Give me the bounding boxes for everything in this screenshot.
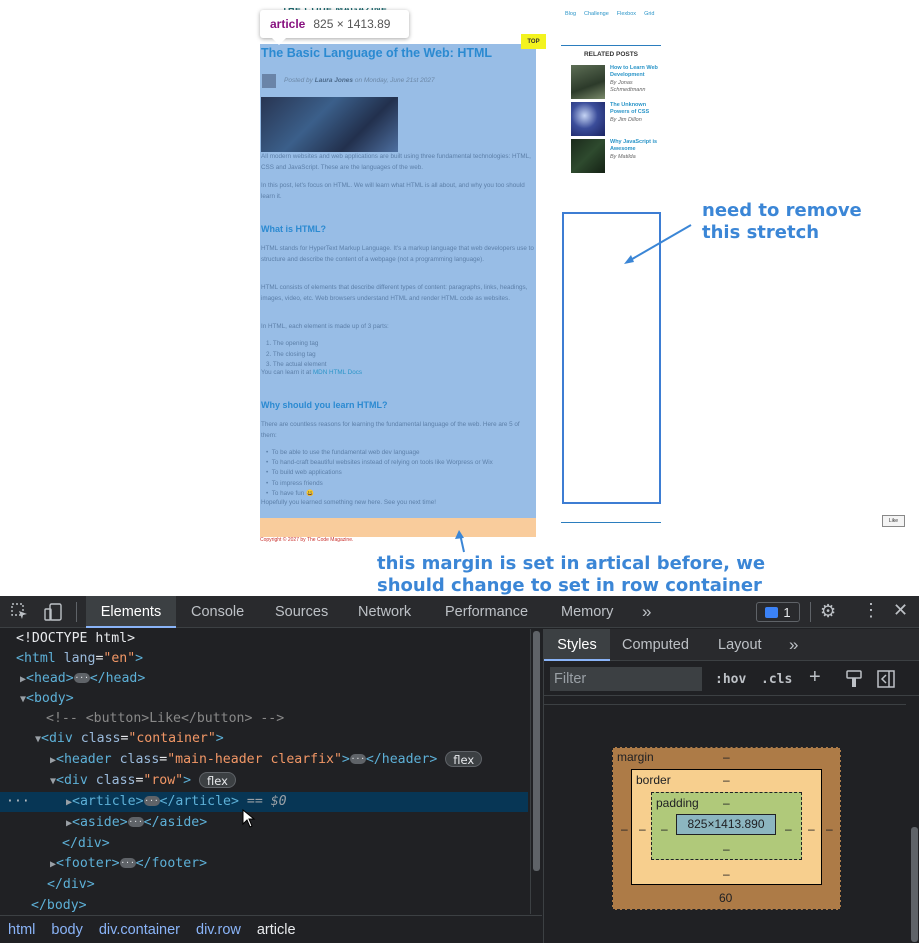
dom-tree: <!DOCTYPE html> <html lang="en"> ▶<head>… [0,629,530,914]
box-model-content[interactable]: 825×1413.890 [676,814,776,835]
margin-left-value[interactable]: – [621,822,628,836]
styles-scrollbar[interactable] [909,662,919,943]
dom-node[interactable]: <!DOCTYPE html> [16,629,135,649]
tab-memory[interactable]: Memory [561,596,613,628]
tab-computed[interactable]: Computed [622,629,689,661]
more-tabs-button[interactable]: » [789,629,798,661]
breadcrumb-div-row[interactable]: div.row [196,922,241,938]
close-icon[interactable]: ✕ [893,600,908,621]
padding-right-value[interactable]: – [785,822,792,836]
tab-layout[interactable]: Layout [718,629,762,661]
margin-label: margin [617,750,654,764]
margin-bottom-value[interactable]: 60 [719,891,732,905]
message-icon [765,606,779,618]
border-label: border [636,773,671,787]
annotation-arrows [455,224,692,553]
more-tabs-button[interactable]: » [642,596,651,628]
dom-node-footer[interactable]: ▶<footer>···</footer> [50,854,207,874]
toggle-sidebar-icon[interactable] [877,670,895,692]
issues-badge[interactable]: 1 [756,602,800,622]
device-toolbar-icon[interactable] [44,603,64,625]
padding-top-value[interactable]: – [723,796,730,810]
styles-filter-input[interactable]: Filter [550,667,702,691]
dom-node-head[interactable]: ▶<head>···</head> [20,669,145,689]
scrollbar-thumb[interactable] [533,631,540,871]
styles-filter-row: Filter :hov .cls + [544,662,919,696]
settings-gear-icon[interactable]: ⚙ [820,601,836,622]
kebab-menu-icon[interactable]: ⋮ [862,600,880,621]
dom-node-header[interactable]: ▶<header class="main-header clearfix">··… [50,750,483,770]
breadcrumb-html[interactable]: html [8,922,35,938]
flex-badge[interactable]: flex [199,772,236,788]
dom-node-body[interactable]: ▼<body> [20,689,74,709]
dom-scrollbar[interactable] [530,629,542,914]
paint-brush-icon[interactable] [846,670,862,692]
cls-toggle[interactable]: .cls [761,672,792,687]
border-bottom-value[interactable]: – [723,867,730,881]
flex-badge[interactable]: flex [445,751,483,767]
tab-elements[interactable]: Elements [86,596,176,628]
border-top-value[interactable]: – [723,773,730,787]
border-right-value[interactable]: – [808,822,815,836]
node-actions-ellipsis[interactable]: ··· [6,792,30,812]
dom-node-container[interactable]: ▼<div class="container"> [35,729,224,749]
mouse-cursor-icon [242,809,256,828]
margin-arrow-head [455,530,464,539]
stretch-arrow-head [624,255,634,264]
dom-node-aside[interactable]: ▶<aside>···</aside> [66,813,207,833]
tab-network[interactable]: Network [358,596,411,628]
tab-divider [76,602,77,622]
collapsed-ellipsis[interactable]: ··· [349,754,366,764]
breadcrumb: html body div.container div.row article [0,915,542,943]
margin-top-value[interactable]: – [723,750,730,764]
stretch-arrow [626,224,692,263]
collapsed-ellipsis[interactable]: ··· [127,817,144,827]
scrollbar-thumb[interactable] [911,827,918,942]
dom-comment[interactable]: <!-- <button>Like</button> --> [46,709,284,729]
styles-tab-bar: Styles Computed Layout » [544,629,919,661]
margin-right-value[interactable]: – [826,822,833,836]
browser-viewport: THE CODE MAGAZINE Blog Challenge Flexbox… [0,0,919,596]
tab-divider [810,602,811,622]
border-left-value[interactable]: – [639,822,646,836]
tab-styles[interactable]: Styles [544,629,610,661]
dom-close-tag[interactable]: </div> [47,875,95,895]
styles-pane: Styles Computed Layout » Filter :hov .cl… [543,629,919,943]
rule-separator [544,697,906,705]
devtools-panel: Elements Console Sources Network Perform… [0,596,919,943]
issues-count: 1 [783,604,791,620]
collapsed-ellipsis[interactable]: ··· [119,858,136,868]
padding-left-value[interactable]: – [661,822,668,836]
dom-node-row[interactable]: ▼<div class="row"> flex [50,771,236,791]
padding-bottom-value[interactable]: – [723,842,730,856]
add-rule-icon[interactable]: + [809,666,821,689]
breadcrumb-article[interactable]: article [257,922,296,938]
inspect-element-icon[interactable] [11,603,29,625]
tab-console[interactable]: Console [191,596,244,628]
dom-close-tag[interactable]: </body> [31,896,87,914]
tab-sources[interactable]: Sources [275,596,328,628]
collapsed-ellipsis[interactable]: ··· [73,673,90,683]
hov-toggle[interactable]: :hov [715,672,746,687]
dom-close-tag[interactable]: </div> [62,834,110,854]
devtools-tab-bar: Elements Console Sources Network Perform… [0,596,919,628]
padding-label: padding [656,796,699,810]
tab-performance[interactable]: Performance [445,596,528,628]
dom-node[interactable]: <html lang="en"> [16,649,143,669]
breadcrumb-div-container[interactable]: div.container [99,922,180,938]
dom-node-article-selected[interactable]: ··· ▶<article>···</article> == $0 [0,792,528,812]
collapsed-ellipsis[interactable]: ··· [143,796,160,806]
breadcrumb-body[interactable]: body [51,922,82,938]
